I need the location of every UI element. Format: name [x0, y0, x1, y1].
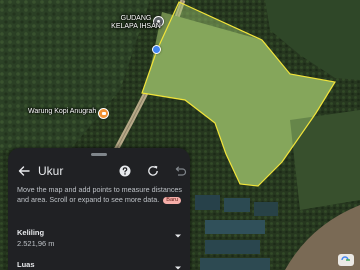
- back-arrow-icon[interactable]: [16, 163, 32, 179]
- instructions-body: Move the map and add points to measure d…: [17, 185, 183, 204]
- gudang-label[interactable]: GUDANG KELAPA IHSAN: [100, 15, 172, 31]
- area-metric: Luas: [17, 260, 181, 270]
- warung-label[interactable]: Warung Kopi Anugrah: [28, 108, 96, 116]
- area-label: Luas: [17, 260, 35, 269]
- undo-icon[interactable]: [173, 164, 187, 178]
- instructions-text: Move the map and add points to measure d…: [17, 185, 187, 205]
- drag-handle[interactable]: [91, 153, 107, 156]
- measure-bottom-sheet[interactable]: Ukur Move the map and add points to meas…: [8, 148, 190, 270]
- chevron-down-icon[interactable]: [173, 231, 183, 241]
- new-badge: Baru: [163, 197, 182, 204]
- perimeter-label: Keliling: [17, 228, 45, 237]
- location-dot-icon: [152, 45, 161, 54]
- refresh-icon[interactable]: [146, 164, 160, 178]
- perimeter-metric: Keliling 2.521,96 m: [17, 228, 181, 249]
- help-icon[interactable]: [118, 164, 132, 178]
- google-logo-icon: [338, 254, 354, 266]
- chevron-down-icon[interactable]: [173, 263, 183, 270]
- gudang-label-line2: KELAPA IHSAN: [111, 23, 161, 30]
- cafe-pin-icon[interactable]: [98, 108, 109, 119]
- sheet-header: Ukur: [8, 162, 190, 180]
- sheet-title: Ukur: [38, 164, 64, 178]
- gudang-label-line1: GUDANG: [120, 15, 152, 22]
- perimeter-value: 2.521,96 m: [17, 239, 55, 248]
